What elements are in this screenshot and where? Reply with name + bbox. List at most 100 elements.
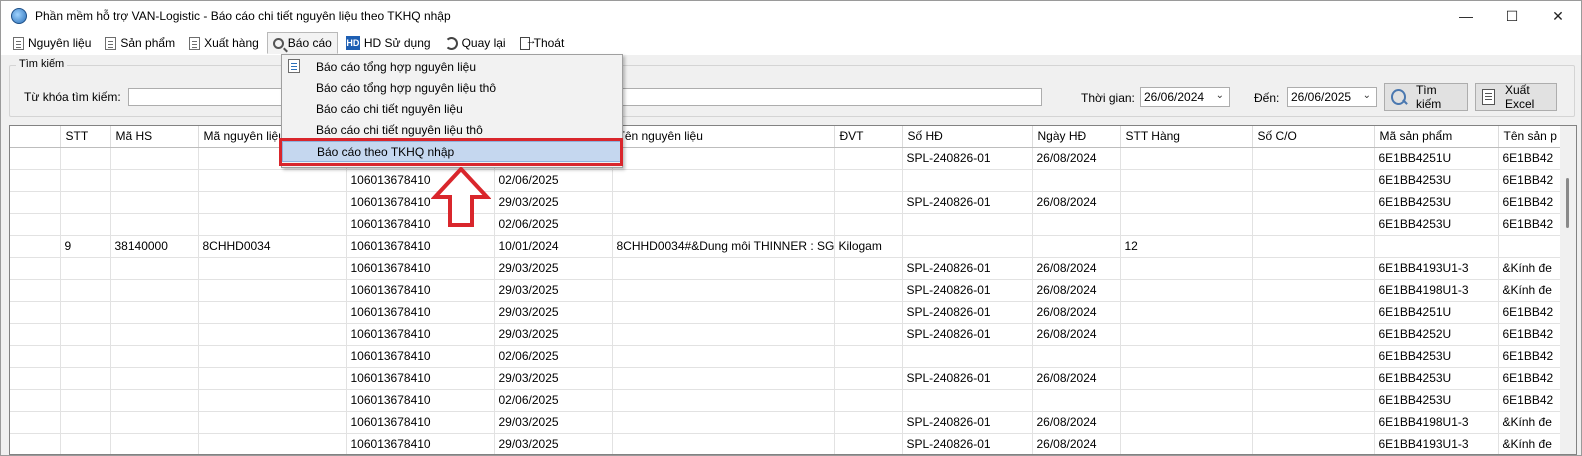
table-cell[interactable]: [60, 191, 111, 214]
table-cell[interactable]: [110, 323, 199, 346]
table-cell[interactable]: [1252, 169, 1375, 192]
to-date-picker[interactable]: 26/06/2025 ⌄: [1287, 87, 1377, 107]
table-cell[interactable]: [60, 389, 111, 412]
table-cell[interactable]: 29/03/2025: [494, 411, 613, 434]
table-cell[interactable]: [612, 323, 835, 346]
table-cell[interactable]: [198, 389, 347, 412]
table-cell[interactable]: [612, 213, 835, 236]
column-header[interactable]: Mã sản phẩm: [1374, 126, 1499, 148]
table-cell[interactable]: 26/08/2024: [1032, 147, 1121, 170]
table-cell[interactable]: [834, 367, 903, 390]
table-cell[interactable]: [60, 301, 111, 324]
table-cell[interactable]: 8CHHD0034: [198, 235, 347, 258]
row-header-cell[interactable]: [10, 389, 61, 412]
table-cell[interactable]: [1120, 301, 1253, 324]
table-cell[interactable]: [1120, 323, 1253, 346]
table-cell[interactable]: 8CHHD0034#&Dung môi THINNER : SG ...: [612, 235, 835, 258]
table-cell[interactable]: 10/01/2024: [494, 235, 613, 258]
table-cell[interactable]: [60, 433, 111, 454]
table-cell[interactable]: 02/06/2025: [494, 389, 613, 412]
table-cell[interactable]: 26/08/2024: [1032, 279, 1121, 302]
table-cell[interactable]: [834, 169, 903, 192]
table-cell[interactable]: [834, 279, 903, 302]
table-cell[interactable]: [198, 323, 347, 346]
table-cell[interactable]: [834, 345, 903, 368]
table-cell[interactable]: [110, 213, 199, 236]
table-row[interactable]: 106013678410 29/03/2025 SPL-240826-01 26/08…: [10, 191, 1571, 214]
table-cell[interactable]: 6E1BB4253U: [1374, 367, 1499, 390]
row-header-cell[interactable]: [10, 213, 61, 236]
table-cell[interactable]: 6E1BB4198U1-3: [1374, 279, 1499, 302]
table-cell[interactable]: [1252, 235, 1375, 258]
menu-nguyen-lieu[interactable]: Nguyên liệu: [7, 32, 97, 54]
table-cell[interactable]: SPL-240826-01: [902, 191, 1033, 214]
menu-thoat[interactable]: Thoát: [514, 32, 571, 54]
column-header[interactable]: ĐVT: [834, 126, 903, 148]
table-cell[interactable]: 6E1BB4253U: [1374, 345, 1499, 368]
table-cell[interactable]: [60, 257, 111, 280]
table-row[interactable]: 106013678410 02/06/2025 6E1BB4253U 6E1BB42: [10, 389, 1571, 412]
table-cell[interactable]: 6E1BB4252U: [1374, 323, 1499, 346]
table-row[interactable]: 106013678410 29/03/2025 SPL-240826-01 26/08…: [10, 367, 1571, 390]
table-cell[interactable]: [834, 411, 903, 434]
table-cell[interactable]: [1252, 411, 1375, 434]
row-header-cell[interactable]: [10, 191, 61, 214]
table-cell[interactable]: [612, 433, 835, 454]
table-cell[interactable]: 02/06/2025: [494, 213, 613, 236]
table-cell[interactable]: [902, 235, 1033, 258]
dropdown-item-tong-hop-nguyen-lieu[interactable]: Báo cáo tổng hợp nguyên liệu: [282, 56, 622, 77]
table-cell[interactable]: [834, 257, 903, 280]
table-cell[interactable]: [1120, 257, 1253, 280]
table-row[interactable]: 106013678410 02/06/2025 6E1BB4253U 6E1BB42: [10, 213, 1571, 236]
dropdown-item-tong-hop-nguyen-lieu-tho[interactable]: Báo cáo tổng hợp nguyên liệu thô: [282, 77, 622, 98]
table-cell[interactable]: 9: [60, 235, 111, 258]
close-button[interactable]: ✕: [1535, 1, 1581, 31]
table-cell[interactable]: [1252, 257, 1375, 280]
table-cell[interactable]: [198, 411, 347, 434]
table-cell[interactable]: 106013678410: [346, 389, 495, 412]
table-cell[interactable]: [612, 147, 835, 170]
row-header-cell[interactable]: [10, 301, 61, 324]
table-cell[interactable]: 26/08/2024: [1032, 301, 1121, 324]
table-cell[interactable]: [902, 213, 1033, 236]
table-cell[interactable]: [1120, 169, 1253, 192]
table-cell[interactable]: 106013678410: [346, 367, 495, 390]
table-row[interactable]: 106013678410 29/03/2025 SPL-240826-01 26/08…: [10, 411, 1571, 434]
table-cell[interactable]: 106013678410: [346, 301, 495, 324]
table-cell[interactable]: 106013678410: [346, 345, 495, 368]
table-cell[interactable]: [1120, 411, 1253, 434]
table-cell[interactable]: [1120, 367, 1253, 390]
table-cell[interactable]: [1120, 213, 1253, 236]
table-cell[interactable]: 26/08/2024: [1032, 191, 1121, 214]
table-cell[interactable]: [1120, 433, 1253, 454]
table-cell[interactable]: 6E1BB4253U: [1374, 213, 1499, 236]
table-cell[interactable]: [60, 367, 111, 390]
menu-bao-cao[interactable]: Báo cáo: [266, 32, 338, 54]
row-header-cell[interactable]: [10, 367, 61, 390]
table-cell[interactable]: [612, 169, 835, 192]
table-cell[interactable]: [1252, 345, 1375, 368]
table-cell[interactable]: [902, 345, 1033, 368]
table-cell[interactable]: 29/03/2025: [494, 433, 613, 454]
column-header[interactable]: Số HĐ: [902, 126, 1033, 148]
table-cell[interactable]: 29/03/2025: [494, 191, 613, 214]
search-button[interactable]: Tìm kiếm: [1384, 83, 1468, 111]
export-excel-button[interactable]: Xuất Excel: [1475, 83, 1557, 111]
row-header-cell[interactable]: [10, 345, 61, 368]
row-header-cell[interactable]: [10, 411, 61, 434]
table-cell[interactable]: [612, 279, 835, 302]
table-cell[interactable]: 6E1BB4251U: [1374, 147, 1499, 170]
table-cell[interactable]: [1252, 147, 1375, 170]
table-cell[interactable]: [198, 213, 347, 236]
table-cell[interactable]: [1252, 389, 1375, 412]
table-row[interactable]: SPL-240826-01 26/08/2024 6E1BB4251U 6E1BB42: [10, 147, 1571, 170]
table-cell[interactable]: [834, 323, 903, 346]
table-cell[interactable]: [612, 345, 835, 368]
table-cell[interactable]: 26/08/2024: [1032, 411, 1121, 434]
table-cell[interactable]: 29/03/2025: [494, 323, 613, 346]
menu-quay-lai[interactable]: Quay lại: [439, 32, 512, 54]
table-cell[interactable]: [60, 147, 111, 170]
table-row[interactable]: 106013678410 29/03/2025 SPL-240826-01 26/08…: [10, 301, 1571, 324]
menu-san-pham[interactable]: Sản phẩm: [99, 32, 181, 54]
table-cell[interactable]: 6E1BB4251U: [1374, 301, 1499, 324]
